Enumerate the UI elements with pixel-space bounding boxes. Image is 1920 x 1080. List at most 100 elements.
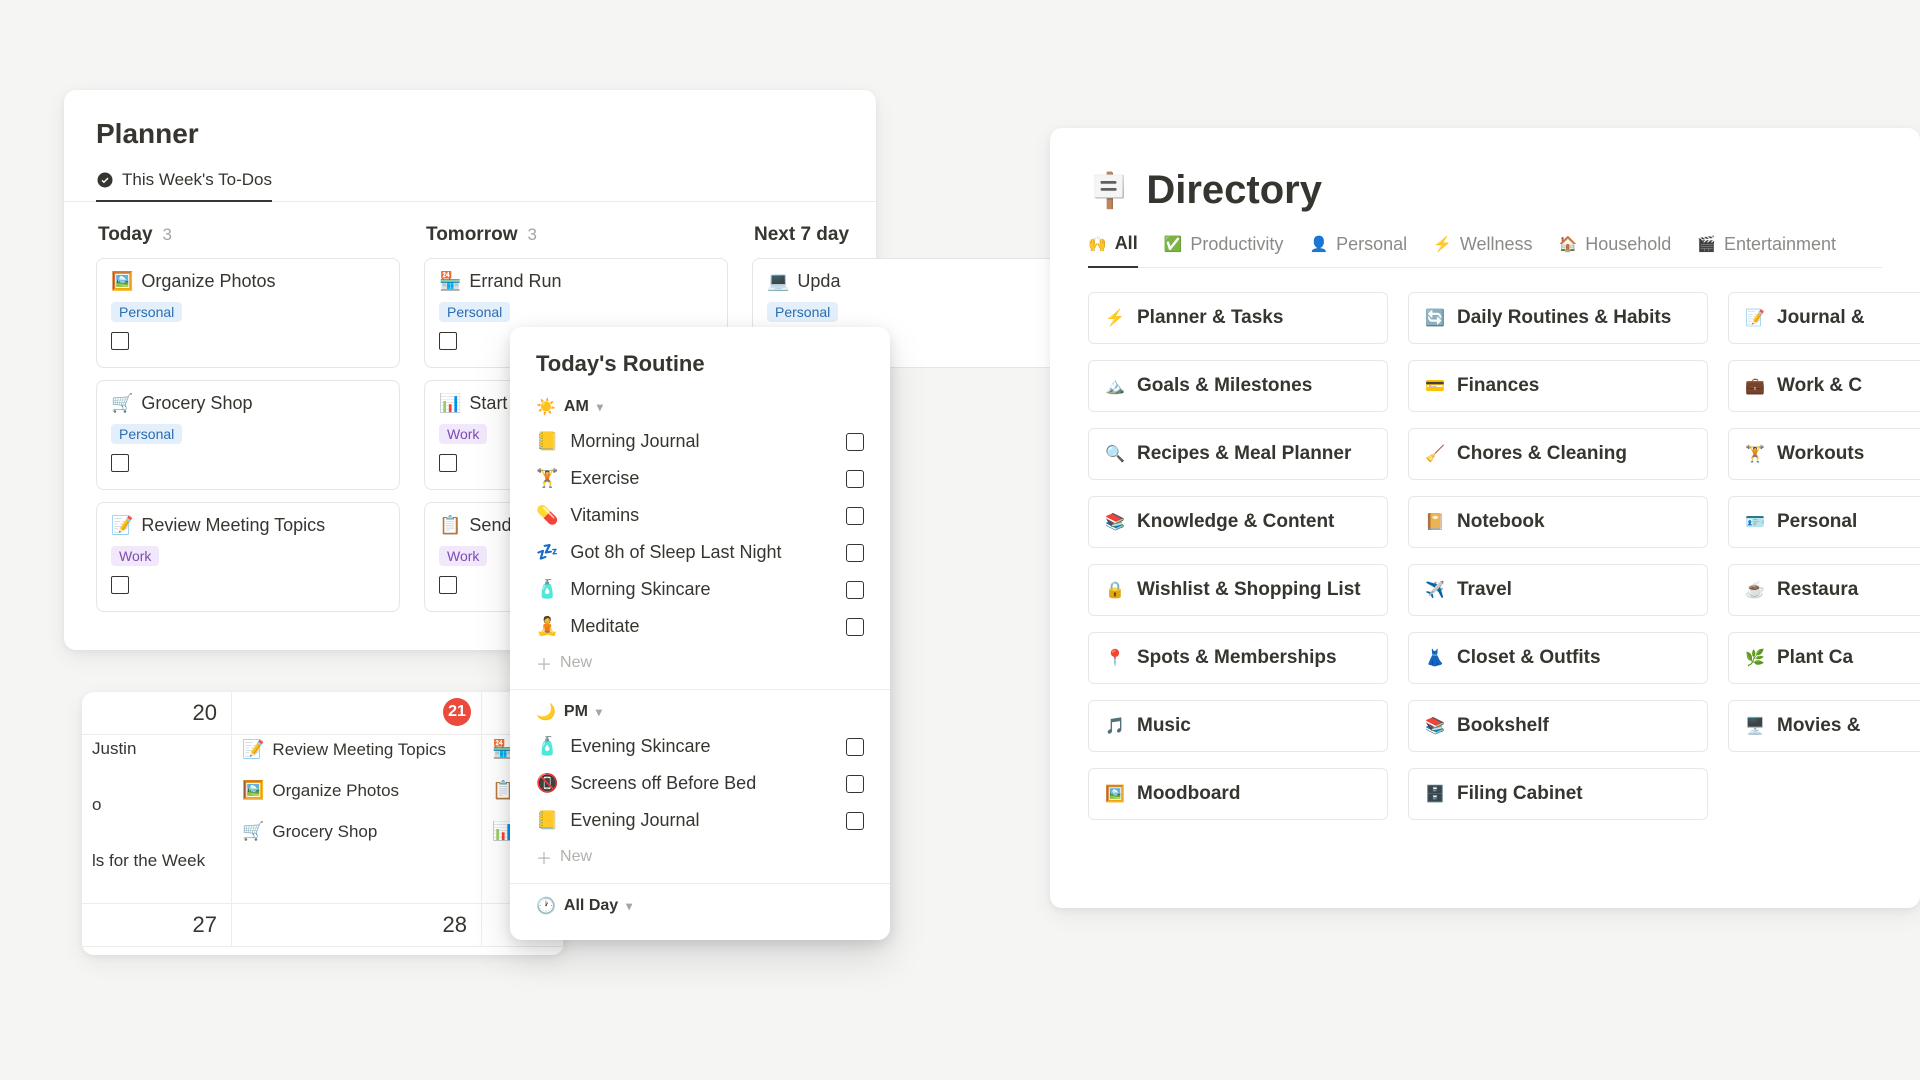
directory-tab[interactable]: 🙌All — [1088, 233, 1138, 268]
directory-item[interactable]: 🌿Plant Ca — [1728, 632, 1920, 684]
calendar-cell-27[interactable]: 27 — [82, 904, 232, 947]
calendar-item[interactable]: o — [82, 791, 231, 817]
task-icon: 📋 — [439, 515, 461, 536]
calendar-cell-20[interactable]: 20 — [82, 692, 232, 735]
routine-item-text: Morning Skincare — [570, 579, 710, 600]
directory-item[interactable]: 💼Work & C — [1728, 360, 1920, 412]
routine-group-allday[interactable]: 🕐 All Day ▾ — [536, 890, 864, 922]
calendar-item-text: Grocery Shop — [272, 822, 377, 842]
directory-item-label: Chores & Cleaning — [1457, 443, 1627, 465]
directory-item[interactable]: 📝Journal & — [1728, 292, 1920, 344]
directory-item[interactable]: 🔒Wishlist & Shopping List — [1088, 564, 1388, 616]
routine-checkbox[interactable] — [846, 433, 864, 451]
task-card[interactable]: 📝Review Meeting Topics Work — [96, 502, 400, 612]
task-checkbox[interactable] — [111, 454, 129, 472]
today-badge: 21 — [443, 698, 471, 726]
routine-item[interactable]: 💊Vitamins — [536, 497, 864, 534]
routine-checkbox[interactable] — [846, 544, 864, 562]
directory-item[interactable]: ✈️Travel — [1408, 564, 1708, 616]
directory-item[interactable]: 🎵Music — [1088, 700, 1388, 752]
task-tag: Work — [439, 424, 487, 444]
clock-icon: 🕐 — [536, 896, 556, 916]
routine-checkbox[interactable] — [846, 738, 864, 756]
calendar-item[interactable]: Justin — [82, 735, 231, 761]
directory-item[interactable]: 🏋️Workouts — [1728, 428, 1920, 480]
directory-item[interactable]: 📔Notebook — [1408, 496, 1708, 548]
tab-icon: 🙌 — [1088, 235, 1107, 253]
task-checkbox[interactable] — [439, 576, 457, 594]
routine-checkbox[interactable] — [846, 507, 864, 525]
calendar-daynum: 27 — [82, 904, 231, 946]
routine-item[interactable]: 💤Got 8h of Sleep Last Night — [536, 534, 864, 571]
routine-checkbox[interactable] — [846, 470, 864, 488]
directory-item[interactable]: 🖼️Moodboard — [1088, 768, 1388, 820]
directory-item[interactable]: 🔍Recipes & Meal Planner — [1088, 428, 1388, 480]
directory-item-icon: ✈️ — [1425, 580, 1445, 600]
directory-tab[interactable]: 👤Personal — [1309, 233, 1407, 267]
directory-item[interactable]: 📚Bookshelf — [1408, 700, 1708, 752]
routine-item[interactable]: 🧴Evening Skincare — [536, 728, 864, 765]
directory-tab[interactable]: ✅Productivity — [1164, 233, 1284, 267]
directory-card: 🪧 Directory 🙌All✅Productivity👤Personal⚡W… — [1050, 128, 1920, 908]
tab-label: Personal — [1336, 234, 1407, 255]
directory-item[interactable]: 📚Knowledge & Content — [1088, 496, 1388, 548]
directory-item-icon: 📝 — [1745, 308, 1765, 328]
routine-checkbox[interactable] — [846, 618, 864, 636]
directory-item[interactable]: 🗄️Filing Cabinet — [1408, 768, 1708, 820]
task-checkbox[interactable] — [439, 454, 457, 472]
directory-item-icon: 🔄 — [1425, 308, 1445, 328]
calendar-cell-28[interactable]: 28 — [232, 904, 482, 947]
directory-item-label: Plant Ca — [1777, 647, 1853, 669]
calendar-daynum: 28 — [232, 904, 481, 946]
routine-checkbox[interactable] — [846, 812, 864, 830]
directory-tab[interactable]: 🎬Entertainment — [1697, 233, 1836, 267]
task-card[interactable]: 🖼️Organize Photos Personal — [96, 258, 400, 368]
directory-item[interactable]: 🖥️Movies & — [1728, 700, 1920, 752]
directory-item-label: Planner & Tasks — [1137, 307, 1283, 329]
add-new-am[interactable]: ＋ New — [536, 645, 864, 685]
directory-item[interactable]: 🪪Personal — [1728, 496, 1920, 548]
directory-item[interactable]: ☕Restaura — [1728, 564, 1920, 616]
routine-group-am[interactable]: ☀️ AM ▾ — [536, 391, 864, 423]
routine-checkbox[interactable] — [846, 775, 864, 793]
directory-item[interactable]: 🧹Chores & Cleaning — [1408, 428, 1708, 480]
directory-item-icon: ⚡ — [1105, 308, 1125, 328]
directory-item[interactable]: 👗Closet & Outfits — [1408, 632, 1708, 684]
directory-item[interactable]: 🔄 Daily Routines & Habits — [1408, 292, 1708, 344]
task-title-text: Grocery Shop — [141, 393, 252, 414]
routine-item[interactable]: 📵Screens off Before Bed — [536, 765, 864, 802]
calendar-item[interactable]: ls for the Week — [82, 847, 231, 873]
routine-item[interactable]: 📒Evening Journal — [536, 802, 864, 839]
add-new-pm[interactable]: ＋ New — [536, 839, 864, 879]
directory-tab[interactable]: ⚡Wellness — [1433, 233, 1532, 267]
tab-this-week-todos[interactable]: This Week's To-Dos — [96, 164, 272, 202]
calendar-item[interactable]: 🖼️Organize Photos — [232, 776, 481, 803]
directory-item-label: Filing Cabinet — [1457, 783, 1583, 805]
routine-item[interactable]: 🧴Morning Skincare — [536, 571, 864, 608]
directory-item[interactable]: 🏔️Goals & Milestones — [1088, 360, 1388, 412]
column-name: Today — [98, 224, 153, 246]
calendar-col-20-body: Justin o ls for the Week — [82, 735, 232, 904]
task-card[interactable]: 🛒Grocery Shop Personal — [96, 380, 400, 490]
directory-item[interactable]: 💳Finances — [1408, 360, 1708, 412]
directory-item-label: Work & C — [1777, 375, 1862, 397]
calendar-item[interactable]: 📝Review Meeting Topics — [232, 735, 481, 762]
calendar-cell-21[interactable]: 21 — [232, 692, 482, 735]
directory-item-label: Daily Routines & Habits — [1457, 307, 1671, 329]
routine-item[interactable]: 🧘Meditate — [536, 608, 864, 645]
directory-item-label: Music — [1137, 715, 1191, 737]
routine-checkbox[interactable] — [846, 581, 864, 599]
task-checkbox[interactable] — [111, 576, 129, 594]
calendar-item[interactable]: 🛒Grocery Shop — [232, 817, 481, 844]
routine-group-pm[interactable]: 🌙 PM ▾ — [536, 696, 864, 728]
directory-tab[interactable]: 🏠Household — [1559, 233, 1672, 267]
routine-item[interactable]: 🏋️Exercise — [536, 460, 864, 497]
directory-item[interactable]: 📍Spots & Memberships — [1088, 632, 1388, 684]
task-checkbox[interactable] — [111, 332, 129, 350]
routine-item[interactable]: 📒Morning Journal — [536, 423, 864, 460]
task-checkbox[interactable] — [439, 332, 457, 350]
calendar-item-text: Review Meeting Topics — [272, 740, 446, 760]
directory-item-label: Personal — [1777, 511, 1857, 533]
directory-item[interactable]: ⚡ Planner & Tasks — [1088, 292, 1388, 344]
directory-item-icon: 🏔️ — [1105, 376, 1125, 396]
